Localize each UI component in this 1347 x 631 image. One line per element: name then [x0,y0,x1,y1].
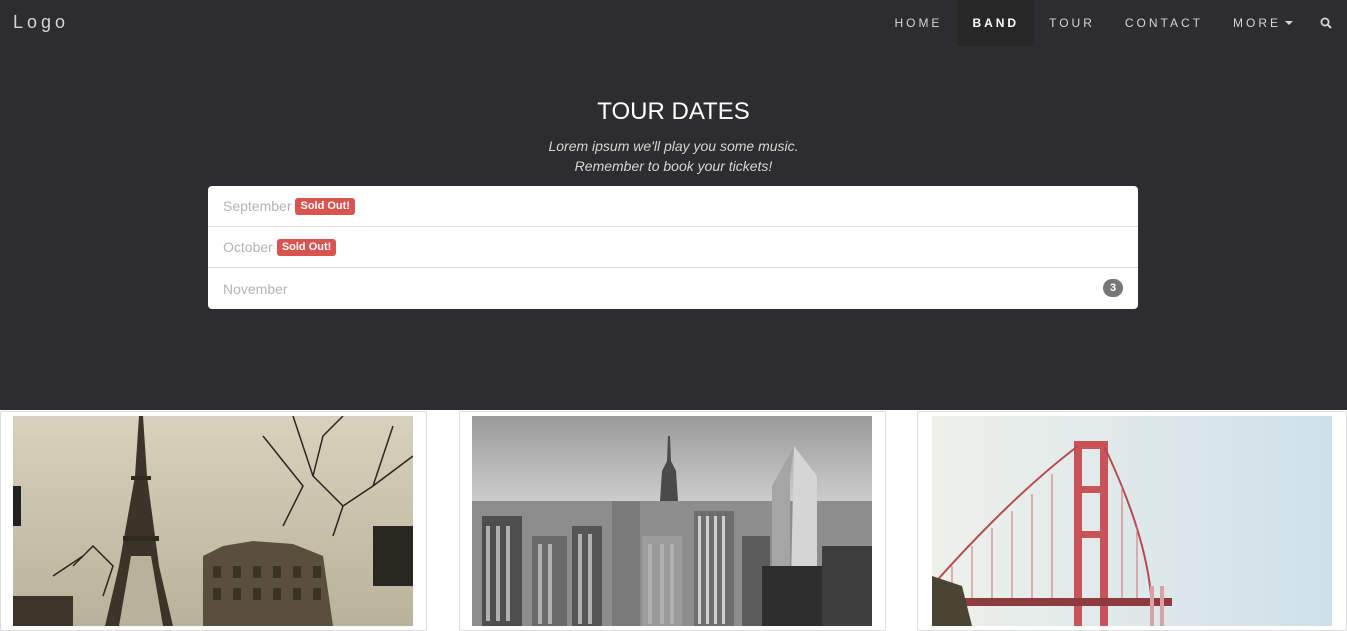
nav-home[interactable]: HOME [879,0,957,46]
list-item[interactable]: October Sold Out! [208,227,1138,268]
nav-tour[interactable]: TOUR [1034,0,1110,46]
paris-eiffel-tower-image [13,416,413,626]
sold-out-badge: Sold Out! [295,197,355,215]
nav-menu: HOME BAND TOUR CONTACT MORE [879,0,1347,46]
tour-section: TOUR DATES Lorem ipsum we'll play you so… [0,46,1347,410]
logo[interactable]: Logo [13,12,69,33]
nav-contact[interactable]: CONTACT [1110,0,1218,46]
sold-out-badge: Sold Out! [276,238,337,256]
page-title: TOUR DATES [597,98,750,125]
navbar: Logo HOME BAND TOUR CONTACT MORE [0,0,1347,46]
new-york-skyline-image [472,416,872,626]
month-label: September [223,198,292,214]
search-button[interactable] [1308,0,1347,46]
nav-band[interactable]: BAND [957,0,1035,46]
tour-dates-list: September Sold Out! October Sold Out! No… [208,186,1138,309]
thumbnail-paris[interactable] [0,411,427,631]
subtitle-line-1: Lorem ipsum we'll play you some music. [548,138,799,154]
subtitle-line-2: Remember to book your tickets! [574,158,773,174]
thumbnail-san-francisco[interactable] [917,411,1347,631]
month-label: November [223,280,288,297]
count-badge: 3 [1103,279,1123,297]
nav-more-dropdown[interactable]: MORE [1218,0,1308,46]
nav-more-label: MORE [1233,16,1281,30]
list-item[interactable]: November 3 [208,268,1138,309]
thumbnail-new-york[interactable] [459,411,886,631]
caret-down-icon [1285,21,1293,25]
month-label: October [223,239,273,255]
search-icon [1320,17,1332,29]
list-item[interactable]: September Sold Out! [208,186,1138,227]
san-francisco-bridge-image [932,416,1332,626]
